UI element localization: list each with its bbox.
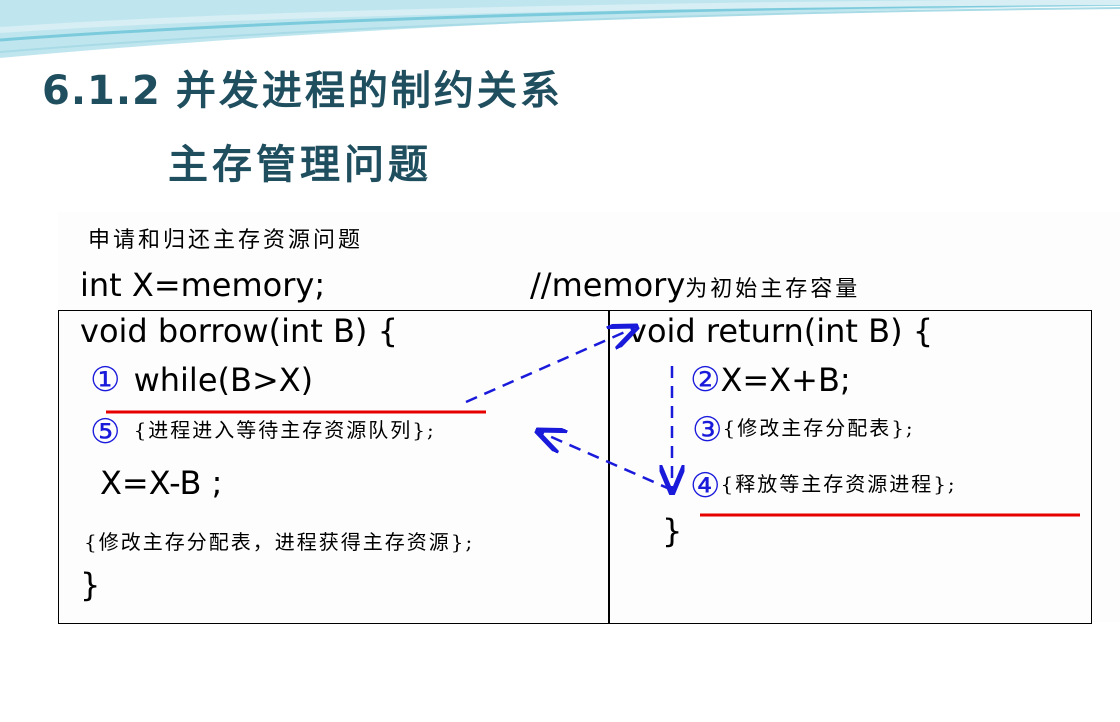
annotation-overlay: [106, 0, 1080, 517]
arrow-borrow-to-return: [465, 328, 634, 404]
arrow-release-to-wait: [540, 432, 673, 492]
